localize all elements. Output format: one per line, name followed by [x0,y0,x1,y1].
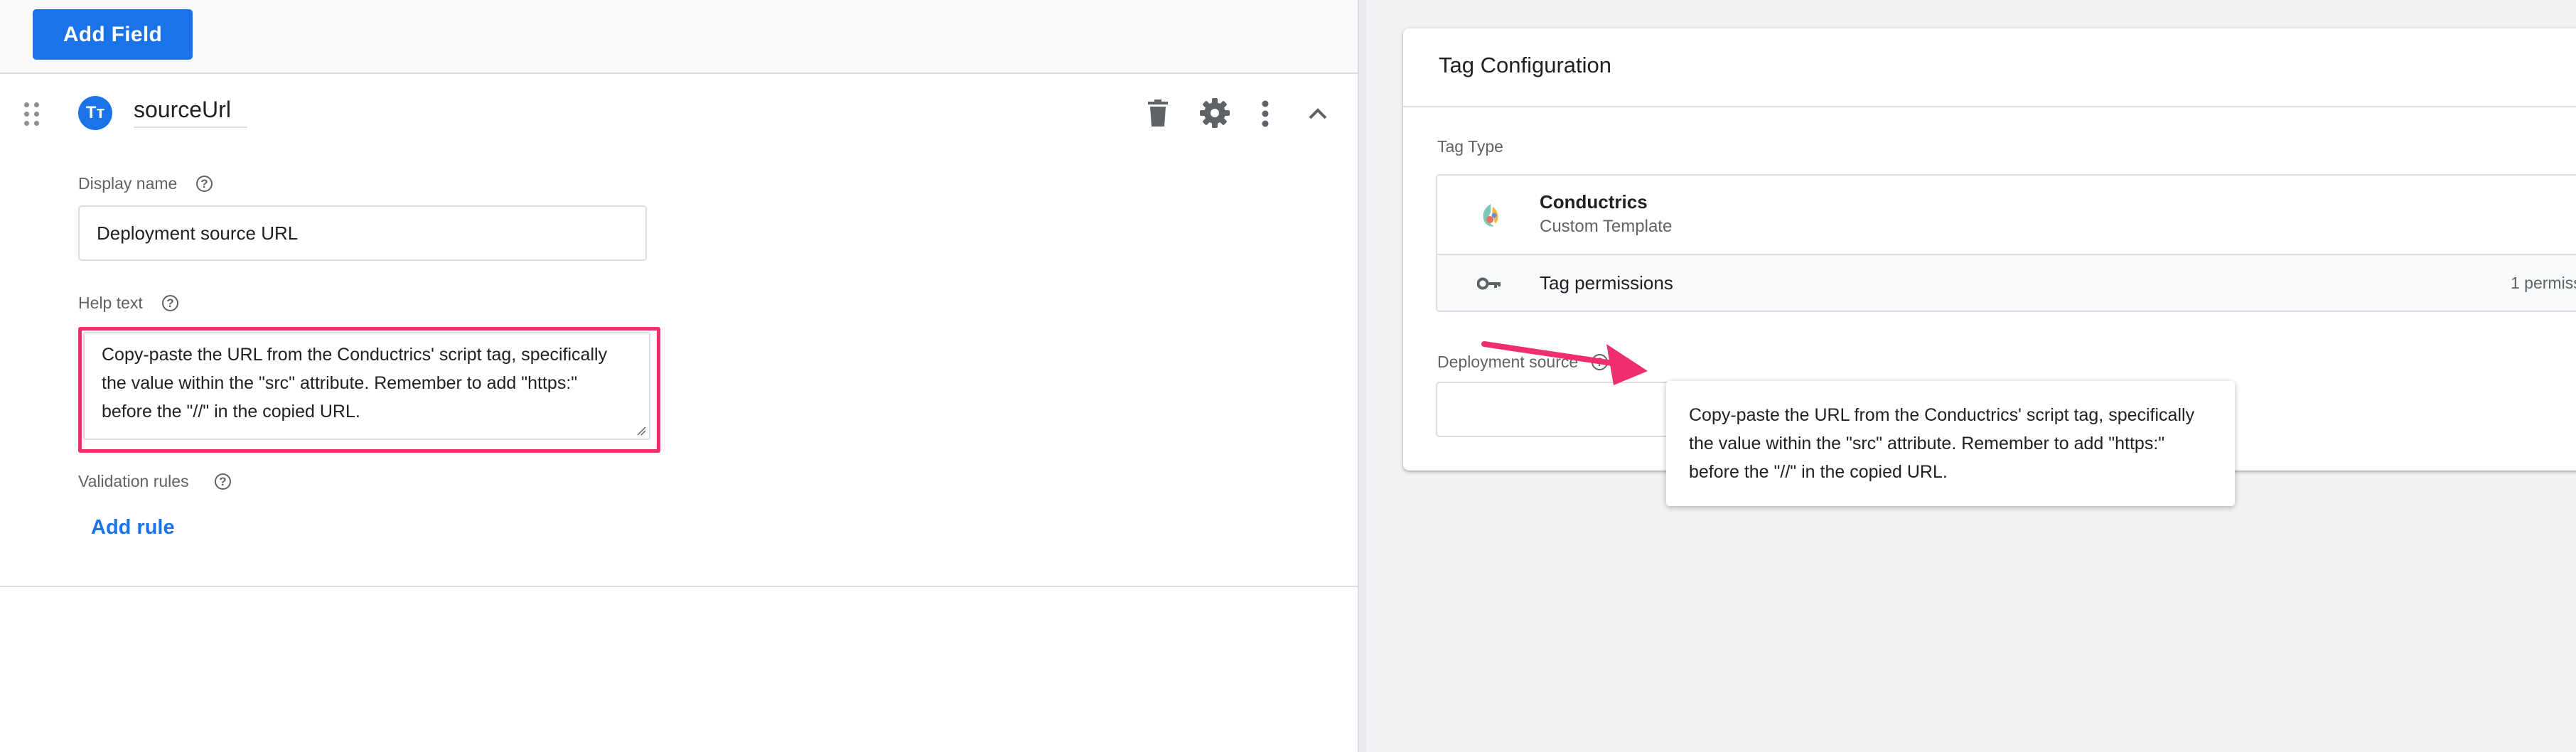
field-name-input[interactable]: sourceUrl [134,97,231,123]
card-title: Tag Configuration [1439,53,1611,77]
trash-icon[interactable] [1144,98,1171,129]
text-type-icon: Tт [78,96,112,130]
conductrics-logo-icon [1483,204,1498,227]
help-text-textarea[interactable]: Copy-paste the URL from the Conductrics'… [83,332,650,440]
help-text-value: Copy-paste the URL from the Conductrics'… [102,345,608,421]
add-rule-link[interactable]: Add rule [91,516,175,539]
annotation-arrow-icon [1481,341,1648,385]
tag-type-label: Tag Type [1437,137,1503,156]
key-icon [1477,277,1501,290]
template-subtitle: Custom Template [1540,217,1673,236]
help-icon[interactable]: ? [196,176,213,192]
help-text-label: Help text [78,294,143,312]
panel-splitter[interactable] [1358,0,1366,752]
gear-icon[interactable] [1198,97,1231,129]
tag-permissions-label: Tag permissions [1540,272,1673,294]
fields-toolbar: Add Field [0,0,1358,74]
template-fields-panel: Add Field Tт sourceUrl Display name ? De… [0,0,1358,752]
validation-rules-label: Validation rules [78,472,189,490]
display-name-label: Display name [78,174,178,193]
display-name-input[interactable]: Deployment source URL [78,205,647,261]
drag-handle-icon[interactable] [24,102,41,127]
help-icon[interactable]: ? [215,473,231,490]
field-name-underline [134,127,247,128]
help-icon[interactable]: ? [162,295,178,311]
permission-count: 1 permission [2511,274,2576,292]
help-tooltip: Copy-paste the URL from the Conductrics'… [1666,381,2235,506]
card-divider [1403,106,2576,107]
tag-permissions-row[interactable]: Tag permissions 1 permission [1437,254,2576,311]
tag-type-box[interactable]: Conductrics Custom Template Tag permissi… [1436,174,2576,312]
template-name: Conductrics [1540,191,1648,213]
template-row[interactable]: Conductrics Custom Template [1437,176,2576,254]
resize-handle-icon[interactable] [636,426,646,436]
add-field-button[interactable]: Add Field [33,9,193,60]
more-vert-icon[interactable] [1257,98,1274,129]
chevron-up-icon[interactable] [1304,104,1332,122]
field-divider [0,586,1358,587]
